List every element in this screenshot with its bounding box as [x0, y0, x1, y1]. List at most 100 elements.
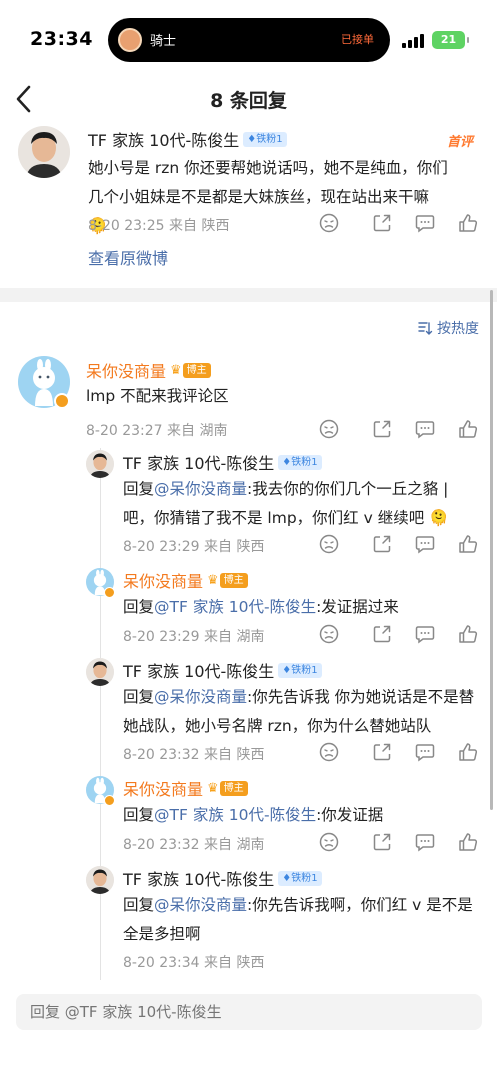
share-icon — [373, 625, 391, 643]
section-divider — [0, 288, 497, 302]
avatar[interactable] — [86, 658, 114, 686]
fan-badge: ♦铁粉1 — [278, 454, 322, 470]
comment-button[interactable] — [414, 418, 436, 440]
reply-item: TF 家族 10代-陈俊生 ♦铁粉1 回复@呆你没商量:你先告诉我 你为她说话是不是… — [0, 656, 497, 766]
mention-link[interactable]: @呆你没商量 — [154, 480, 247, 498]
reply-text: 回复@呆你没商量:你先告诉我啊，你们红 v 是不是全是多担啊 — [123, 891, 478, 949]
comment-icon — [415, 744, 435, 762]
dislike-icon — [319, 832, 339, 852]
island-status: 已接单 — [341, 33, 374, 46]
dislike-button[interactable] — [318, 623, 340, 645]
like-button[interactable] — [457, 533, 479, 555]
comment-icon — [415, 834, 435, 852]
fan-badge: ♦铁粉1 — [278, 662, 322, 678]
mention-link[interactable]: @TF 家族 10代-陈俊生 — [154, 598, 316, 616]
comment-icon — [415, 421, 435, 439]
reply-meta: 8-20 23:29 来自 湖南 — [123, 629, 265, 645]
dislike-button[interactable] — [318, 831, 340, 853]
comment-button[interactable] — [414, 533, 436, 555]
reply-body: :你发证据 — [316, 806, 384, 824]
dislike-button[interactable] — [318, 741, 340, 763]
share-icon — [373, 535, 391, 553]
host-badge: 博主 — [182, 362, 211, 378]
like-icon — [459, 743, 478, 761]
signal-icon — [402, 34, 426, 48]
share-button[interactable] — [371, 418, 393, 440]
dislike-icon — [319, 213, 339, 233]
avatar[interactable] — [86, 450, 114, 478]
author-name[interactable]: TF 家族 10代-陈俊生 — [88, 127, 239, 151]
comment-meta: 8-20 23:25 来自 陕西 — [88, 218, 230, 234]
avatar[interactable] — [18, 126, 70, 178]
rider-avatar-icon — [118, 28, 142, 52]
reply-text: 回复@呆你没商量:我去你的你们几个一丘之貉 | 吧，你猜错了我不是 lmp，你们… — [123, 475, 478, 533]
like-button[interactable] — [457, 212, 479, 234]
clock: 23:34 — [30, 28, 93, 50]
comment-button[interactable] — [414, 831, 436, 853]
crown-icon: ♛ — [207, 572, 219, 588]
share-button[interactable] — [371, 212, 393, 234]
mention-link[interactable]: @TF 家族 10代-陈俊生 — [154, 806, 316, 824]
reply-prefix: 回复 — [123, 688, 155, 706]
comment-button[interactable] — [414, 741, 436, 763]
reply-prefix: 回复 — [123, 896, 155, 914]
author-row: TF 家族 10代-陈俊生 ♦铁粉1 — [123, 867, 322, 889]
comment-button[interactable] — [414, 623, 436, 645]
author-row: 呆你没商量 ♛ 博主 — [86, 359, 211, 381]
like-icon — [459, 833, 478, 851]
comment-icon — [415, 626, 435, 644]
island-label: 骑士 — [150, 34, 177, 49]
comment-icon — [415, 536, 435, 554]
author-row: TF 家族 10代-陈俊生 ♦铁粉1 — [123, 659, 322, 681]
nav-bar: 8 条回复 — [0, 80, 497, 120]
avatar[interactable] — [86, 866, 114, 894]
share-button[interactable] — [371, 741, 393, 763]
dislike-icon — [319, 742, 339, 762]
share-icon — [373, 420, 391, 438]
dislike-button[interactable] — [318, 212, 340, 234]
like-button[interactable] — [457, 623, 479, 645]
mention-link[interactable]: @呆你没商量 — [154, 896, 247, 914]
dislike-button[interactable] — [318, 533, 340, 555]
dislike-button[interactable] — [318, 418, 340, 440]
comment-button[interactable] — [414, 212, 436, 234]
verified-icon — [104, 795, 115, 806]
author-name[interactable]: TF 家族 10代-陈俊生 — [123, 450, 274, 474]
share-icon — [373, 214, 391, 232]
sort-icon — [418, 322, 433, 335]
reply-input[interactable] — [16, 994, 482, 1030]
share-button[interactable] — [371, 623, 393, 645]
author-name[interactable]: 呆你没商量 — [86, 358, 166, 382]
reply-prefix: 回复 — [123, 806, 155, 824]
author-name[interactable]: 呆你没商量 — [123, 776, 203, 800]
mention-link[interactable]: @呆你没商量 — [154, 688, 247, 706]
share-icon — [373, 743, 391, 761]
share-button[interactable] — [371, 533, 393, 555]
like-button[interactable] — [457, 418, 479, 440]
reply-text: 回复@呆你没商量:你先告诉我 你为她说话是不是替她战队，她小号名牌 rzn，你为… — [123, 683, 478, 741]
author-row: TF 家族 10代-陈俊生 ♦铁粉1 — [123, 451, 322, 473]
comment-icon — [415, 215, 435, 233]
reply-meta: 8-20 23:32 来自 陕西 — [123, 747, 265, 763]
page-title: 8 条回复 — [210, 90, 287, 112]
like-icon — [459, 420, 478, 438]
sort-button[interactable]: 按热度 — [417, 318, 479, 338]
like-button[interactable] — [457, 741, 479, 763]
host-badge: 博主 — [219, 780, 248, 796]
dynamic-island[interactable]: 骑士 已接单 — [108, 18, 390, 62]
author-name[interactable]: TF 家族 10代-陈俊生 — [123, 866, 274, 890]
dislike-icon — [319, 419, 339, 439]
share-button[interactable] — [371, 831, 393, 853]
reply-meta: 8-20 23:32 来自 湖南 — [123, 837, 265, 853]
like-icon — [459, 535, 478, 553]
reply-text: 回复@TF 家族 10代-陈俊生:发证据过来 — [123, 593, 478, 622]
fan-badge: ♦铁粉1 — [243, 131, 287, 147]
view-original-link[interactable]: 查看原微博 — [88, 245, 168, 269]
like-button[interactable] — [457, 831, 479, 853]
bottom-bar — [0, 980, 497, 1080]
crown-icon: ♛ — [207, 780, 219, 796]
author-name[interactable]: TF 家族 10代-陈俊生 — [123, 658, 274, 682]
author-name[interactable]: 呆你没商量 — [123, 568, 203, 592]
sort-label: 按热度 — [437, 321, 479, 337]
verified-icon — [104, 587, 115, 598]
